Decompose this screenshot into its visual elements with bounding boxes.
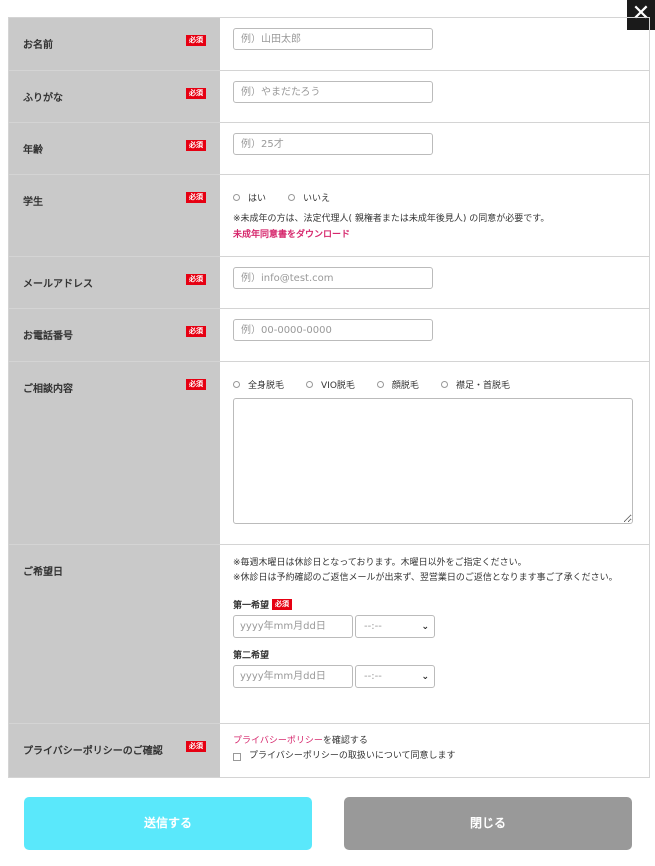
closed-day-note: ※毎週木曜日は休診日となっております。木曜日以外をご指定ください。: [233, 558, 527, 568]
radio-label: 襟足・首脱毛: [455, 381, 510, 391]
date-label-cell: ご希望日: [9, 545, 220, 723]
required-badge: 必須: [186, 274, 206, 285]
consent-download-link[interactable]: 未成年同意書をダウンロード: [233, 227, 636, 240]
row-preferred-date: ご希望日 ※毎週木曜日は休診日となっております。木曜日以外をご指定ください。 ※…: [9, 545, 649, 724]
checkbox-icon[interactable]: [233, 752, 241, 761]
radio-label: 全身脱毛: [248, 381, 285, 391]
kana-label: ふりがな: [23, 93, 63, 104]
row-student: 学生 必須 はい いいえ ※未成年の方は、法定代理人( 親権者または未成年後見人…: [9, 175, 649, 257]
kana-input[interactable]: [233, 81, 433, 103]
privacy-link-suffix: を確認する: [322, 736, 368, 746]
radio-label: はい: [248, 194, 267, 204]
required-badge: 必須: [186, 192, 206, 203]
radio-icon[interactable]: [233, 381, 240, 388]
radio-label: VIO脱毛: [321, 381, 355, 391]
first-choice-label: 第一希望 必須: [233, 598, 636, 611]
send-button[interactable]: 送信する: [24, 797, 312, 850]
first-choice-text: 第一希望: [233, 601, 270, 611]
row-privacy: プライバシーポリシーのご確認 必須 プライバシーポリシーを確認する プライバシー…: [9, 724, 649, 778]
row-age: 年齢 必須: [9, 123, 649, 175]
first-date-input[interactable]: yyyy年mm月dd日: [233, 615, 353, 638]
student-radio-group: はい いいえ: [233, 184, 636, 204]
required-badge: 必須: [186, 35, 206, 46]
chevron-down-icon: ⌄: [421, 671, 429, 682]
privacy-value-cell: プライバシーポリシーを確認する プライバシーポリシーの取扱いについて同意します: [220, 724, 649, 777]
second-time-select[interactable]: --:-- ⌄: [355, 665, 435, 688]
email-value-cell: [220, 257, 649, 308]
required-badge: 必須: [272, 599, 293, 610]
chevron-down-icon: ⌄: [421, 621, 429, 632]
privacy-agree-checkbox[interactable]: プライバシーポリシーの取扱いについて同意します: [233, 749, 636, 764]
time-placeholder: --:--: [364, 671, 382, 682]
radio-icon[interactable]: [288, 194, 296, 201]
student-radio-no[interactable]: いいえ: [288, 191, 330, 204]
kana-value-cell: [220, 71, 649, 122]
radio-icon[interactable]: [306, 381, 314, 388]
second-choice-label: 第二希望: [233, 648, 636, 661]
first-choice-row: yyyy年mm月dd日 --:-- ⌄: [233, 615, 636, 638]
row-phone: お電話番号 必須: [9, 309, 649, 362]
student-value-cell: はい いいえ ※未成年の方は、法定代理人( 親権者または未成年後見人) の同意が…: [220, 175, 649, 256]
email-label-cell: メールアドレス 必須: [9, 257, 220, 308]
name-input[interactable]: [233, 28, 433, 50]
row-consult: ご相談内容 必須 全身脱毛 VIO脱毛 顔脱毛 襟足・首脱毛: [9, 362, 649, 545]
reply-note: ※休診日は予約確認のご返信メールが出来ず、翌営業日のご返信となります事ご了承くだ…: [233, 573, 618, 583]
required-badge: 必須: [186, 326, 206, 337]
age-label-cell: 年齢 必須: [9, 123, 220, 174]
time-placeholder: --:--: [364, 621, 382, 632]
student-label-cell: 学生 必須: [9, 175, 220, 256]
privacy-confirm-line: プライバシーポリシーを確認する: [233, 734, 636, 749]
consult-value-cell: 全身脱毛 VIO脱毛 顔脱毛 襟足・首脱毛: [220, 362, 649, 544]
name-label: お名前: [23, 40, 53, 51]
required-badge: 必須: [186, 379, 206, 390]
consult-radio-face[interactable]: 顔脱毛: [376, 378, 419, 391]
consult-label: ご相談内容: [23, 384, 73, 395]
consult-radio-nape[interactable]: 襟足・首脱毛: [440, 378, 510, 391]
consult-radio-full-body[interactable]: 全身脱毛: [233, 378, 284, 391]
age-input[interactable]: [233, 133, 433, 155]
radio-label: 顔脱毛: [391, 381, 419, 391]
row-email: メールアドレス 必須: [9, 257, 649, 309]
kana-label-cell: ふりがな 必須: [9, 71, 220, 122]
age-label: 年齢: [23, 145, 43, 156]
student-label: 学生: [23, 197, 43, 208]
privacy-label: プライバシーポリシーのご確認: [23, 746, 163, 757]
phone-label: お電話番号: [23, 331, 73, 342]
phone-value-cell: [220, 309, 649, 361]
consult-textarea[interactable]: [233, 398, 633, 524]
email-label: メールアドレス: [23, 279, 93, 290]
privacy-label-cell: プライバシーポリシーのご確認 必須: [9, 724, 220, 777]
second-date-input[interactable]: yyyy年mm月dd日: [233, 665, 353, 688]
name-label-cell: お名前 必須: [9, 18, 220, 70]
first-time-select[interactable]: --:-- ⌄: [355, 615, 435, 638]
email-input[interactable]: [233, 267, 433, 289]
consult-radio-vio[interactable]: VIO脱毛: [306, 378, 355, 391]
minor-consent-note: ※未成年の方は、法定代理人( 親権者または未成年後見人) の同意が必要です。: [233, 214, 550, 224]
close-button[interactable]: 閉じる: [344, 797, 632, 850]
student-radio-yes[interactable]: はい: [233, 191, 266, 204]
phone-label-cell: お電話番号 必須: [9, 309, 220, 361]
second-choice-row: yyyy年mm月dd日 --:-- ⌄: [233, 665, 636, 688]
privacy-policy-link[interactable]: プライバシーポリシー: [233, 736, 323, 746]
required-badge: 必須: [186, 741, 206, 752]
consult-label-cell: ご相談内容 必須: [9, 362, 220, 544]
contact-form: お名前 必須 ふりがな 必須 年齢 必須 学生 必須: [8, 17, 650, 778]
radio-icon[interactable]: [233, 194, 240, 201]
required-badge: 必須: [186, 88, 206, 99]
privacy-agree-label: プライバシーポリシーの取扱いについて同意します: [249, 751, 456, 761]
required-badge: 必須: [186, 140, 206, 151]
consult-radio-group: 全身脱毛 VIO脱毛 顔脱毛 襟足・首脱毛: [233, 371, 636, 391]
radio-label: いいえ: [303, 194, 331, 204]
date-label: ご希望日: [23, 567, 63, 578]
radio-icon[interactable]: [440, 381, 448, 388]
second-choice-text: 第二希望: [233, 651, 270, 661]
phone-input[interactable]: [233, 319, 433, 341]
date-value-cell: ※毎週木曜日は休診日となっております。木曜日以外をご指定ください。 ※休診日は予…: [220, 545, 649, 723]
radio-icon[interactable]: [376, 381, 384, 388]
name-value-cell: [220, 18, 649, 70]
row-kana: ふりがな 必須: [9, 71, 649, 123]
age-value-cell: [220, 123, 649, 174]
row-name: お名前 必須: [9, 18, 649, 71]
